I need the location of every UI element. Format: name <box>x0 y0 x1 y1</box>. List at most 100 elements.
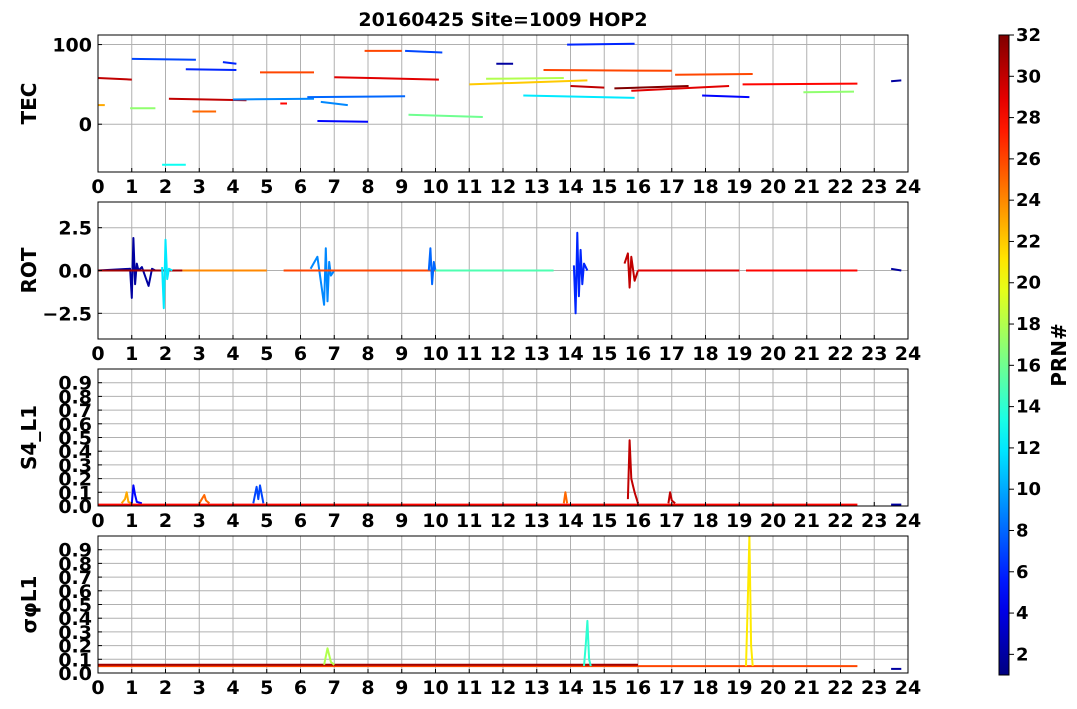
x-tick-label: 19 <box>726 343 752 365</box>
x-tick-label: 8 <box>361 677 374 699</box>
x-tick-label: 22 <box>827 677 853 699</box>
x-tick-label: 16 <box>625 176 651 198</box>
series-line-prn-8 <box>307 95 406 99</box>
x-tick-label: 3 <box>193 343 206 365</box>
x-tick-label: 8 <box>361 343 374 365</box>
x-tick-label: 20 <box>760 677 786 699</box>
y-axis-label: S4_L1 <box>17 405 41 470</box>
x-tick-label: 19 <box>726 176 752 198</box>
colorbar-tick-label: 2 <box>1016 644 1029 665</box>
x-tick-label: 9 <box>395 510 408 532</box>
x-tick-label: 1 <box>125 343 138 365</box>
x-tick-label: 16 <box>625 343 651 365</box>
x-tick-label: 13 <box>524 677 550 699</box>
x-tick-label: 1 <box>125 677 138 699</box>
x-tick-label: 5 <box>260 176 273 198</box>
series-line-prn-5 <box>317 120 369 123</box>
x-tick-label: 4 <box>226 343 239 365</box>
x-tick-label: 7 <box>328 510 341 532</box>
x-tick-label: 18 <box>692 343 718 365</box>
x-tick-label: 23 <box>861 677 887 699</box>
x-tick-label: 2 <box>159 176 172 198</box>
panel-2: 0 1 2 3 4 5 6 7 8 9 10 11 12 13 14 15 16 17 18 19 20 21 22 23 24… <box>17 201 921 365</box>
series-line-prn-9 <box>232 97 315 101</box>
x-tick-label: 15 <box>591 343 617 365</box>
y-tick-label: 0 <box>79 114 92 136</box>
x-tick-label: 12 <box>490 677 516 699</box>
y-tick-label: 100 <box>52 35 92 57</box>
chart-title: 20160425 Site=1009 HOP2 <box>358 9 647 31</box>
x-tick-label: 11 <box>456 510 482 532</box>
y-tick-label: −2.5 <box>42 303 92 325</box>
x-tick-label: 8 <box>361 176 374 198</box>
colorbar: 2468101214161820222426283032PRN# <box>998 25 1071 676</box>
colorbar-tick-label: 28 <box>1016 108 1041 129</box>
x-tick-label: 13 <box>524 343 550 365</box>
x-tick-label: 6 <box>294 176 307 198</box>
x-tick-label: 10 <box>422 343 448 365</box>
x-tick-label: 7 <box>328 343 341 365</box>
colorbar-tick-label: 16 <box>1016 355 1041 376</box>
colorbar-tick-label: 32 <box>1016 25 1041 46</box>
x-tick-label: 4 <box>226 176 239 198</box>
x-tick-label: 0 <box>91 176 104 198</box>
x-tick-label: 21 <box>794 510 820 532</box>
series-line-prn-26 <box>675 73 753 76</box>
panel-4: 0 1 2 3 4 5 6 7 8 9 10 11 12 13 14 15 16 17 18 19 20 21 22 23 24… <box>17 535 921 699</box>
x-tick-label: 15 <box>591 677 617 699</box>
colorbar-tick-label: 22 <box>1016 231 1041 252</box>
x-tick-label: 23 <box>861 176 887 198</box>
x-tick-label: 7 <box>328 176 341 198</box>
colorbar-tick-label: 4 <box>1016 603 1029 624</box>
x-tick-label: 10 <box>422 510 448 532</box>
x-tick-label: 6 <box>294 677 307 699</box>
x-tick-label: 7 <box>328 677 341 699</box>
y-tick-label: 0.9 <box>58 373 92 395</box>
x-tick-label: 21 <box>794 343 820 365</box>
x-tick-label: 16 <box>625 677 651 699</box>
x-tick-label: 16 <box>625 510 651 532</box>
x-tick-label: 1 <box>125 510 138 532</box>
x-tick-label: 1 <box>125 176 138 198</box>
colorbar-tick-label: 24 <box>1016 190 1041 211</box>
x-tick-label: 17 <box>659 343 685 365</box>
x-tick-label: 12 <box>490 343 516 365</box>
x-tick-label: 22 <box>827 176 853 198</box>
y-tick-label: 0.9 <box>58 540 92 562</box>
x-tick-label: 2 <box>159 677 172 699</box>
x-tick-label: 13 <box>524 510 550 532</box>
x-tick-label: 14 <box>557 343 583 365</box>
series-line-prn-28 <box>742 82 858 86</box>
x-tick-label: 18 <box>692 677 718 699</box>
series-line-prn-17 <box>803 90 855 94</box>
x-tick-label: 17 <box>659 176 685 198</box>
colorbar-tick-label: 20 <box>1016 273 1041 294</box>
colorbar-tick-label: 30 <box>1016 66 1041 87</box>
x-tick-label: 2 <box>159 510 172 532</box>
x-tick-label: 24 <box>895 677 921 699</box>
x-tick-label: 10 <box>422 677 448 699</box>
figure: 20160425 Site=1009 HOP2 0 1 2 3 4 5 6 7 8 9 10 11 12… <box>17 9 1071 699</box>
x-tick-label: 9 <box>395 343 408 365</box>
x-tick-label: 24 <box>895 510 921 532</box>
series-line-prn-18 <box>486 77 564 80</box>
x-tick-label: 23 <box>861 343 887 365</box>
x-tick-label: 5 <box>260 510 273 532</box>
colorbar-tick-label: 14 <box>1016 397 1041 418</box>
x-tick-label: 17 <box>659 677 685 699</box>
x-tick-label: 5 <box>260 343 273 365</box>
panels: 0 1 2 3 4 5 6 7 8 9 10 11 12 13 14 15 16 17 18 19 20 21 22 23 24… <box>17 34 921 699</box>
x-tick-label: 24 <box>895 343 921 365</box>
panel-1: 0 1 2 3 4 5 6 7 8 9 10 11 12 13 14 15 16 17 18 19 20 21 22 23 24… <box>17 34 921 198</box>
x-tick-label: 18 <box>692 176 718 198</box>
x-tick-label: 6 <box>294 343 307 365</box>
x-tick-label: 8 <box>361 510 374 532</box>
x-tick-label: 15 <box>591 176 617 198</box>
panel-3: 0 1 2 3 4 5 6 7 8 9 10 11 12 13 14 15 16 17 18 19 20 21 22 23 24… <box>17 368 921 532</box>
x-tick-label: 11 <box>456 176 482 198</box>
x-tick-label: 12 <box>490 510 516 532</box>
series-line-prn-26 <box>543 69 672 72</box>
colorbar-tick-label: 6 <box>1016 562 1029 583</box>
x-tick-label: 11 <box>456 677 482 699</box>
x-tick-label: 13 <box>524 176 550 198</box>
